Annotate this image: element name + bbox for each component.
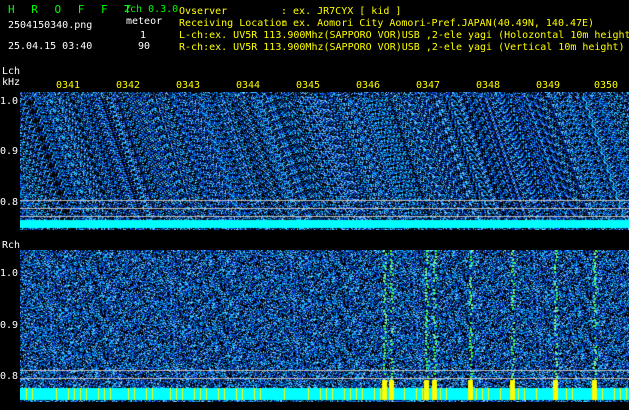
time-tick-0350: 0350 — [594, 80, 619, 91]
app-title: H R O F F T — [8, 3, 136, 16]
count-lch: 1 — [140, 30, 147, 41]
lch-label: Lch — [2, 66, 21, 77]
time-tick-0348: 0348 — [476, 80, 501, 91]
lch-ytick-1: 1.0 — [0, 96, 19, 107]
type-label: meteor — [126, 16, 163, 27]
rch-ytick-1: 1.0 — [0, 268, 19, 279]
time-tick-0341: 0341 — [56, 80, 81, 91]
lch-ytick-3: 0.8 — [0, 197, 19, 208]
file-name: 2504150340.png — [8, 20, 93, 31]
rch-ytick-3: 0.8 — [0, 371, 19, 382]
time-tick-0349: 0349 — [536, 80, 561, 91]
rch-label: Rch — [2, 240, 21, 251]
rch-receiver-info: R-ch:ex. UV5R 113.900Mhz(SAPPORO VOR)USB… — [179, 42, 625, 53]
time-tick-0347: 0347 — [416, 80, 441, 91]
rch-ytick-2: 0.9 — [0, 320, 19, 331]
time-tick-0342: 0342 — [116, 80, 141, 91]
time-tick-0345: 0345 — [296, 80, 321, 91]
lch-spectrogram — [20, 92, 629, 230]
observer-label: Ovserver — [179, 6, 228, 17]
channel-mode: 2ch 0.3.0 — [124, 4, 179, 15]
lch-ytick-2: 0.9 — [0, 146, 19, 157]
time-tick-0343: 0343 — [176, 80, 201, 91]
observer-value: : ex. JR7CYX [ kid ] — [281, 6, 402, 17]
count-rch: 90 — [138, 41, 151, 52]
location-value: : ex. Aomori City Aomori-Pref.JAPAN(40.4… — [281, 18, 595, 29]
rch-spectrogram — [20, 250, 629, 402]
lch-receiver-info: L-ch:ex. UV5R 113.900Mhz(SAPPORO VOR)USB… — [179, 30, 629, 41]
time-tick-0346: 0346 — [356, 80, 381, 91]
date-time: 25.04.15 03:40 — [8, 41, 93, 52]
time-tick-0344: 0344 — [236, 80, 261, 91]
lch-unit-label: kHz — [2, 77, 21, 88]
location-label: Receiving Location — [179, 18, 288, 29]
